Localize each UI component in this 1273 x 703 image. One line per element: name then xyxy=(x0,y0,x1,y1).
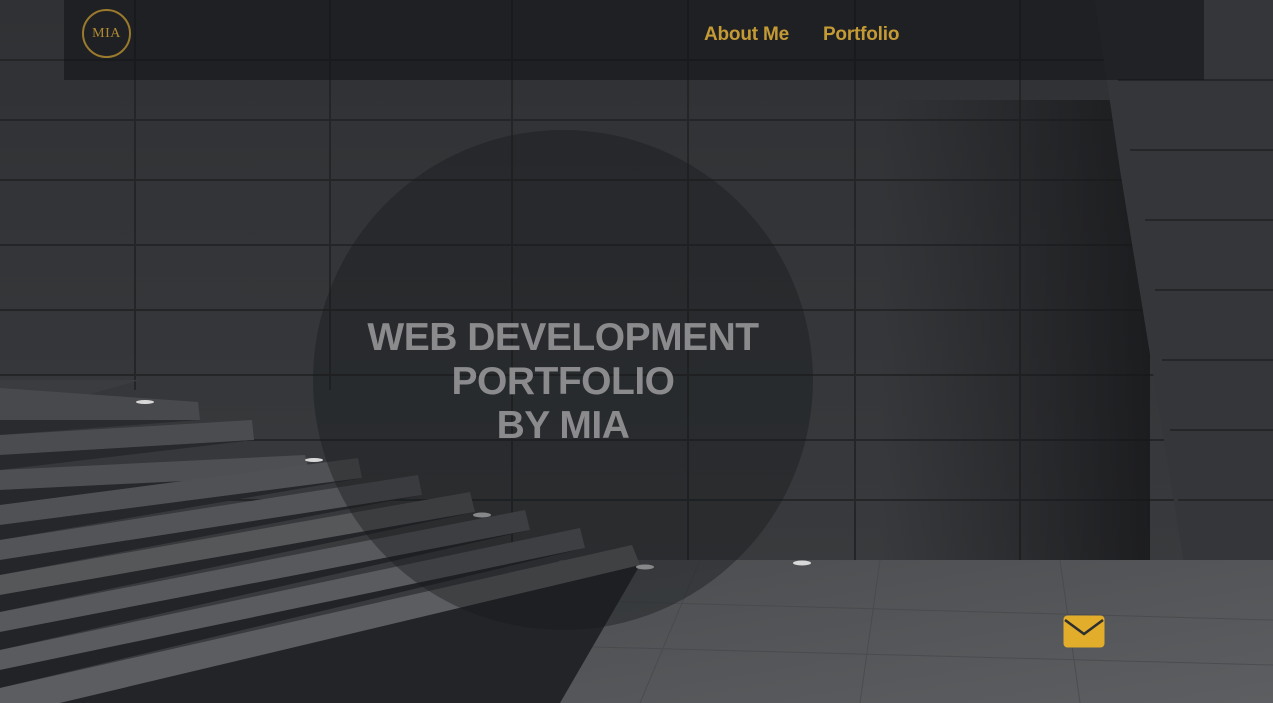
hero-section: WEB DEVELOPMENT PORTFOLIO BY MIA MIA Abo… xyxy=(0,0,1273,703)
hero-title-line: BY MIA xyxy=(496,404,630,447)
logo[interactable]: MIA xyxy=(82,9,131,58)
envelope-icon xyxy=(1063,615,1105,648)
hero-title: WEB DEVELOPMENT PORTFOLIO BY MIA xyxy=(313,316,813,448)
hero-title-line: PORTFOLIO xyxy=(451,360,676,403)
nav-link-about-me[interactable]: About Me xyxy=(704,24,789,46)
hero-title-line: WEB DEVELOPMENT xyxy=(367,316,759,359)
top-navbar: MIA About Me Portfolio xyxy=(64,0,1204,80)
nav-link-portfolio[interactable]: Portfolio xyxy=(823,24,899,46)
contact-mail-button[interactable] xyxy=(1063,615,1105,648)
nav-links: About Me Portfolio xyxy=(704,24,899,46)
